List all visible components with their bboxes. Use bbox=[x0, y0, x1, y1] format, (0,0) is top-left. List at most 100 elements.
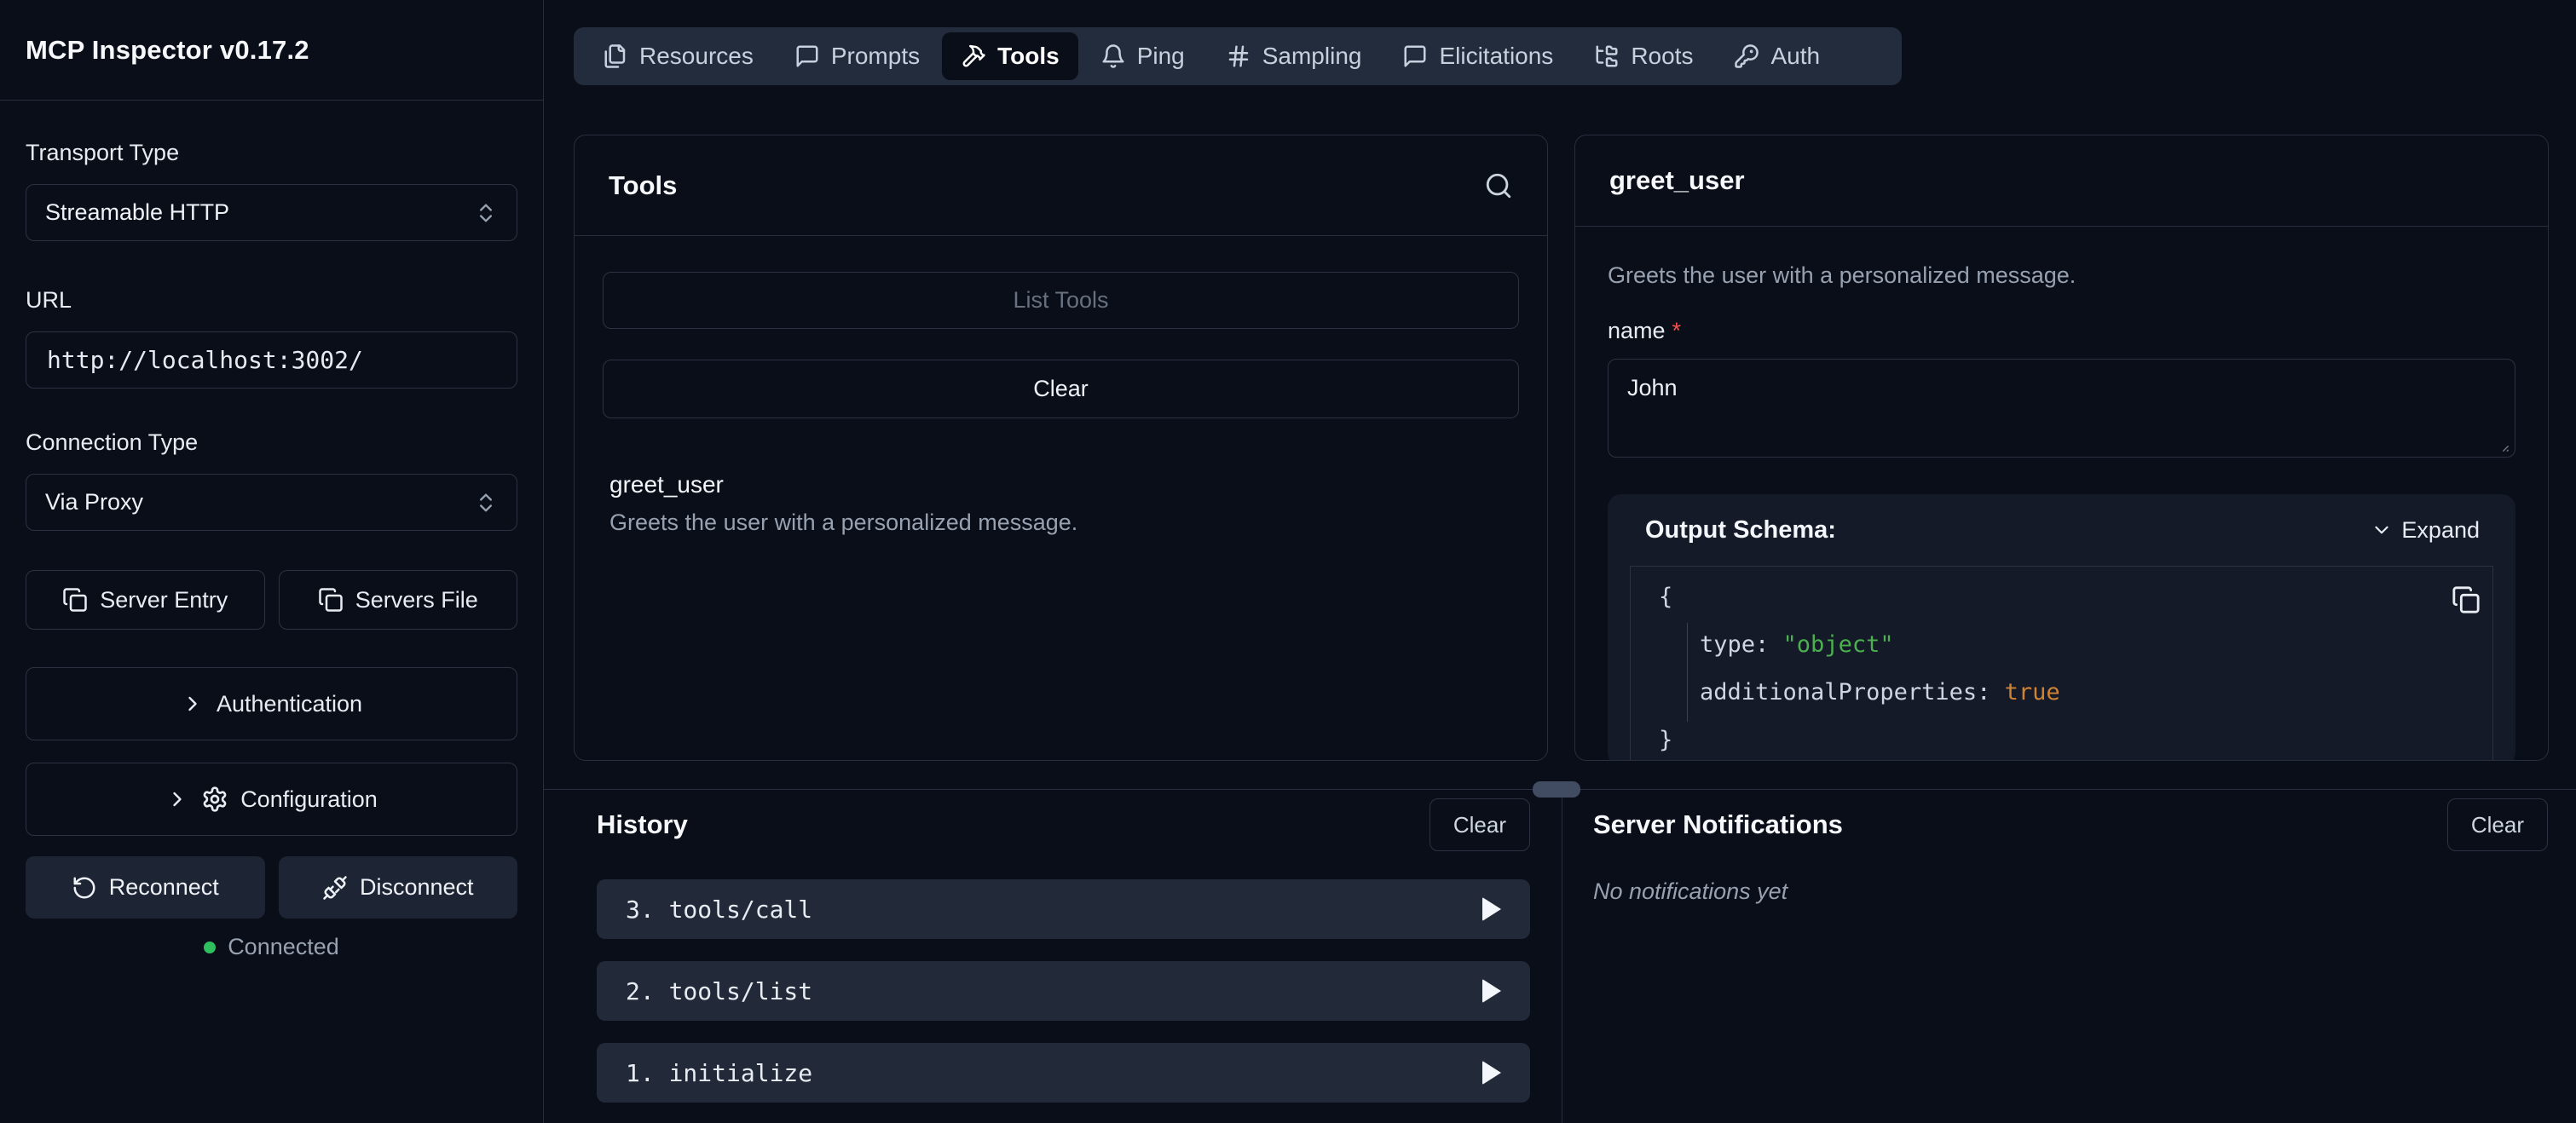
transport-type-value: Streamable HTTP bbox=[45, 199, 229, 226]
tab-bar: Resources Prompts Tools bbox=[574, 27, 1902, 85]
clear-notifications-button[interactable]: Clear bbox=[2447, 798, 2548, 851]
tab-label: Roots bbox=[1631, 43, 1693, 70]
chevron-down-icon bbox=[2371, 519, 2393, 541]
url-label: URL bbox=[26, 285, 517, 314]
chevron-right-icon bbox=[181, 692, 205, 716]
expand-schema-button[interactable]: Expand bbox=[2371, 517, 2480, 544]
code-key: additionalProperties bbox=[1700, 679, 1977, 705]
tools-panel-title: Tools bbox=[609, 170, 677, 201]
tab-prompts[interactable]: Prompts bbox=[776, 32, 939, 80]
connection-type-select[interactable]: Via Proxy bbox=[26, 474, 517, 531]
play-icon bbox=[1482, 979, 1501, 1003]
tool-detail-panel: greet_user Greets the user with a person… bbox=[1574, 135, 2549, 761]
servers-file-label: Servers File bbox=[355, 587, 478, 613]
tab-sampling[interactable]: Sampling bbox=[1207, 32, 1381, 80]
copy-icon bbox=[318, 587, 344, 613]
tab-label: Ping bbox=[1137, 43, 1185, 70]
copy-icon bbox=[2452, 585, 2481, 614]
tab-auth[interactable]: Auth bbox=[1715, 32, 1839, 80]
tab-tools[interactable]: Tools bbox=[942, 32, 1078, 80]
tab-label: Resources bbox=[639, 43, 754, 70]
required-marker: * bbox=[1672, 318, 1682, 343]
folder-tree-icon bbox=[1594, 43, 1620, 69]
output-schema-label: Output Schema: bbox=[1645, 516, 1836, 544]
bell-icon bbox=[1100, 43, 1126, 69]
key-icon bbox=[1734, 43, 1759, 69]
tool-detail-title: greet_user bbox=[1609, 165, 1745, 196]
indent-guide bbox=[1687, 623, 1688, 722]
gear-icon bbox=[201, 786, 228, 813]
top-region: Resources Prompts Tools bbox=[544, 0, 2576, 789]
app-title: MCP Inspector v0.17.2 bbox=[26, 35, 309, 66]
transport-type-label: Transport Type bbox=[26, 138, 517, 167]
hammer-icon bbox=[961, 43, 986, 69]
code-key: type bbox=[1700, 631, 1755, 658]
history-item-label: 3. tools/call bbox=[626, 896, 812, 924]
mcp-inspector-app: MCP Inspector v0.17.2 Transport Type Str… bbox=[0, 0, 2576, 1123]
connection-status: Connected bbox=[26, 934, 517, 960]
message-square-icon bbox=[794, 43, 820, 69]
server-notifications-title: Server Notifications bbox=[1593, 809, 1843, 840]
list-tools-button[interactable]: List Tools bbox=[603, 272, 1519, 329]
authentication-toggle[interactable]: Authentication bbox=[26, 667, 517, 740]
history-item-label: 1. initialize bbox=[626, 1059, 812, 1087]
unplug-icon bbox=[322, 875, 348, 901]
expand-label: Expand bbox=[2401, 517, 2480, 544]
play-icon bbox=[1482, 897, 1501, 921]
notifications-empty-text: No notifications yet bbox=[1593, 878, 2548, 905]
server-entry-button[interactable]: Server Entry bbox=[26, 570, 265, 630]
chevrons-up-down-icon bbox=[474, 201, 498, 225]
code-sep: : bbox=[1755, 631, 1783, 658]
bottom-region: History Clear 3. tools/call 2. tools/lis… bbox=[544, 789, 2576, 1123]
search-icon bbox=[1484, 171, 1513, 200]
copy-schema-button[interactable] bbox=[2452, 585, 2481, 614]
tab-ping[interactable]: Ping bbox=[1082, 32, 1204, 80]
code-sep: : bbox=[1977, 679, 2005, 705]
configuration-toggle[interactable]: Configuration bbox=[26, 763, 517, 836]
tab-resources[interactable]: Resources bbox=[584, 32, 772, 80]
tool-list-item[interactable]: greet_user Greets the user with a person… bbox=[603, 471, 1519, 536]
tab-label: Auth bbox=[1770, 43, 1820, 70]
disconnect-button[interactable]: Disconnect bbox=[279, 856, 518, 919]
history-item-tools-list[interactable]: 2. tools/list bbox=[597, 961, 1530, 1021]
reconnect-button[interactable]: Reconnect bbox=[26, 856, 265, 919]
rotate-ccw-icon bbox=[72, 875, 97, 901]
chevrons-up-down-icon bbox=[474, 491, 498, 515]
code-string-value: "object" bbox=[1783, 631, 1894, 658]
server-entry-label: Server Entry bbox=[100, 587, 228, 613]
tab-label: Elicitations bbox=[1439, 43, 1553, 70]
clear-history-button[interactable]: Clear bbox=[1430, 798, 1530, 851]
connected-status-text: Connected bbox=[228, 934, 339, 960]
reconnect-label: Reconnect bbox=[109, 874, 219, 901]
play-icon bbox=[1482, 1061, 1501, 1085]
hash-icon bbox=[1226, 43, 1251, 69]
servers-file-button[interactable]: Servers File bbox=[279, 570, 518, 630]
connection-type-label: Connection Type bbox=[26, 428, 517, 457]
tools-panel: Tools List Tools Clear greet_user Greets bbox=[574, 135, 1548, 761]
code-open-brace: { bbox=[1631, 573, 2492, 621]
search-button[interactable] bbox=[1484, 171, 1513, 200]
code-literal-value: true bbox=[2005, 679, 2060, 705]
tab-elicitations[interactable]: Elicitations bbox=[1383, 32, 1572, 80]
connected-status-dot bbox=[204, 942, 216, 953]
code-close-brace: } bbox=[1631, 717, 2492, 761]
tab-label: Sampling bbox=[1262, 43, 1362, 70]
tab-roots[interactable]: Roots bbox=[1575, 32, 1712, 80]
tab-label: Tools bbox=[997, 43, 1060, 70]
tab-label: Prompts bbox=[831, 43, 920, 70]
tool-name: greet_user bbox=[609, 471, 1512, 498]
sidebar-header: MCP Inspector v0.17.2 bbox=[0, 0, 543, 101]
tool-detail-description: Greets the user with a personalized mess… bbox=[1608, 261, 2515, 290]
param-name-input[interactable]: John bbox=[1608, 359, 2515, 458]
history-item-tools-call[interactable]: 3. tools/call bbox=[597, 879, 1530, 939]
message-square-icon bbox=[1402, 43, 1428, 69]
copy-icon bbox=[62, 587, 88, 613]
tool-description: Greets the user with a personalized mess… bbox=[609, 509, 1512, 536]
output-schema-card: Output Schema: Expand bbox=[1608, 494, 2515, 761]
transport-type-select[interactable]: Streamable HTTP bbox=[26, 184, 517, 241]
param-name-label: name* bbox=[1608, 317, 2515, 344]
history-item-initialize[interactable]: 1. initialize bbox=[597, 1043, 1530, 1103]
url-input[interactable] bbox=[26, 331, 517, 389]
clear-tools-button[interactable]: Clear bbox=[603, 360, 1519, 418]
panel-resize-handle[interactable] bbox=[1533, 781, 1580, 798]
